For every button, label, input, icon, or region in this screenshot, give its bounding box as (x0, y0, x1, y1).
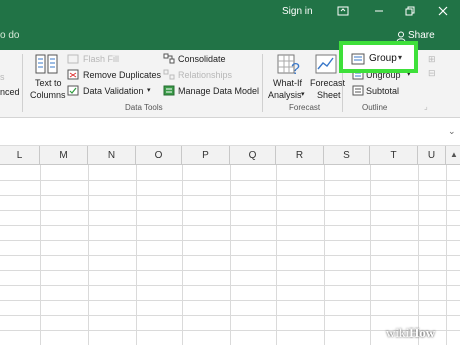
forecast-sheet-label-1[interactable]: Forecast (310, 78, 345, 88)
hide-detail-icon[interactable]: ⊟ (428, 68, 436, 79)
column-header-row: L M N O P Q R S T U ▲ (0, 146, 460, 165)
expand-formula-bar-icon[interactable]: ⌄ (448, 126, 456, 137)
what-if-analysis-icon: ? (277, 54, 300, 77)
grid-line (0, 285, 460, 286)
text-to-columns-icon (35, 54, 58, 74)
watermark-how: How (409, 325, 436, 340)
column-header-n[interactable]: N (88, 146, 136, 165)
title-bar: Sign in (0, 0, 460, 24)
remove-duplicates-icon (67, 69, 79, 80)
sign-in-link[interactable]: Sign in (282, 6, 313, 17)
grid-line (0, 255, 460, 256)
grid-line (0, 180, 460, 181)
remove-duplicates-button[interactable]: Remove Duplicates (83, 70, 161, 80)
group-separator (262, 54, 263, 112)
grid-line (0, 195, 460, 196)
group-icon (351, 53, 365, 65)
subtotal-button[interactable]: Subtotal (366, 86, 399, 96)
flash-fill-button[interactable]: Flash Fill (83, 54, 119, 64)
minimize-icon[interactable] (372, 4, 386, 18)
data-validation-chevron-icon[interactable]: ▾ (147, 86, 151, 94)
forecast-sheet-icon (315, 54, 337, 74)
restore-icon[interactable] (403, 4, 417, 18)
data-validation-button[interactable]: Data Validation (83, 86, 143, 96)
what-if-analysis-label-1[interactable]: What-If (273, 78, 302, 88)
worksheet-grid[interactable] (0, 165, 460, 345)
data-validation-icon (67, 85, 79, 96)
relationships-button[interactable]: Relationships (178, 70, 232, 80)
group-separator (22, 54, 23, 112)
formula-bar[interactable]: ⌄ (0, 120, 460, 146)
column-header-p[interactable]: P (182, 146, 230, 165)
svg-text:?: ? (291, 61, 300, 77)
column-header-u[interactable]: U (418, 146, 446, 165)
column-header-o[interactable]: O (136, 146, 182, 165)
grid-line (0, 270, 460, 271)
manage-data-model-icon (163, 85, 175, 96)
column-header-m[interactable]: M (40, 146, 88, 165)
column-header-l[interactable]: L (0, 146, 40, 165)
group-chevron-icon: ▾ (398, 53, 403, 62)
tell-me-text[interactable]: o do (0, 30, 19, 41)
grid-line (0, 225, 460, 226)
show-detail-icon[interactable]: ⊞ (428, 54, 436, 65)
relationships-icon (163, 69, 175, 80)
scroll-up-icon[interactable]: ▲ (450, 150, 458, 159)
wikihow-watermark: wikiHow (386, 325, 435, 341)
close-icon[interactable] (436, 4, 450, 18)
grid-line (0, 210, 460, 211)
text-to-columns-label-1[interactable]: Text to (35, 78, 62, 88)
watermark-wiki: wiki (386, 325, 410, 340)
forecast-group-label: Forecast (289, 103, 321, 112)
consolidate-icon (163, 53, 175, 64)
data-tools-group-label: Data Tools (125, 103, 163, 112)
text-to-columns-label-2[interactable]: Columns (30, 90, 66, 100)
group-button-label: Group (369, 53, 397, 64)
manage-data-model-button[interactable]: Manage Data Model (178, 86, 259, 96)
column-header-t[interactable]: T (370, 146, 418, 165)
flash-fill-icon (67, 54, 79, 64)
column-header-s[interactable]: S (324, 146, 370, 165)
forecast-sheet-label-2[interactable]: Sheet (317, 90, 341, 100)
share-button[interactable]: Share (408, 30, 435, 41)
what-if-chevron-icon[interactable]: ▾ (301, 90, 305, 98)
advanced-cut-label[interactable]: nced (0, 87, 20, 97)
subtotal-icon (352, 85, 364, 96)
grid-line (0, 240, 460, 241)
left-cut-label: s (0, 72, 5, 82)
consolidate-button[interactable]: Consolidate (178, 54, 226, 64)
column-header-r[interactable]: R (276, 146, 324, 165)
outline-dialog-launcher-icon[interactable]: ⌟ (424, 102, 428, 111)
column-header-q[interactable]: Q (230, 146, 276, 165)
ribbon-display-icon[interactable] (336, 4, 350, 18)
grid-line (0, 300, 460, 301)
what-if-analysis-label-2[interactable]: Analysis (268, 90, 302, 100)
outline-group-label: Outline (362, 103, 388, 112)
grid-line (0, 315, 460, 316)
group-button[interactable]: Group ▾ (339, 41, 418, 73)
